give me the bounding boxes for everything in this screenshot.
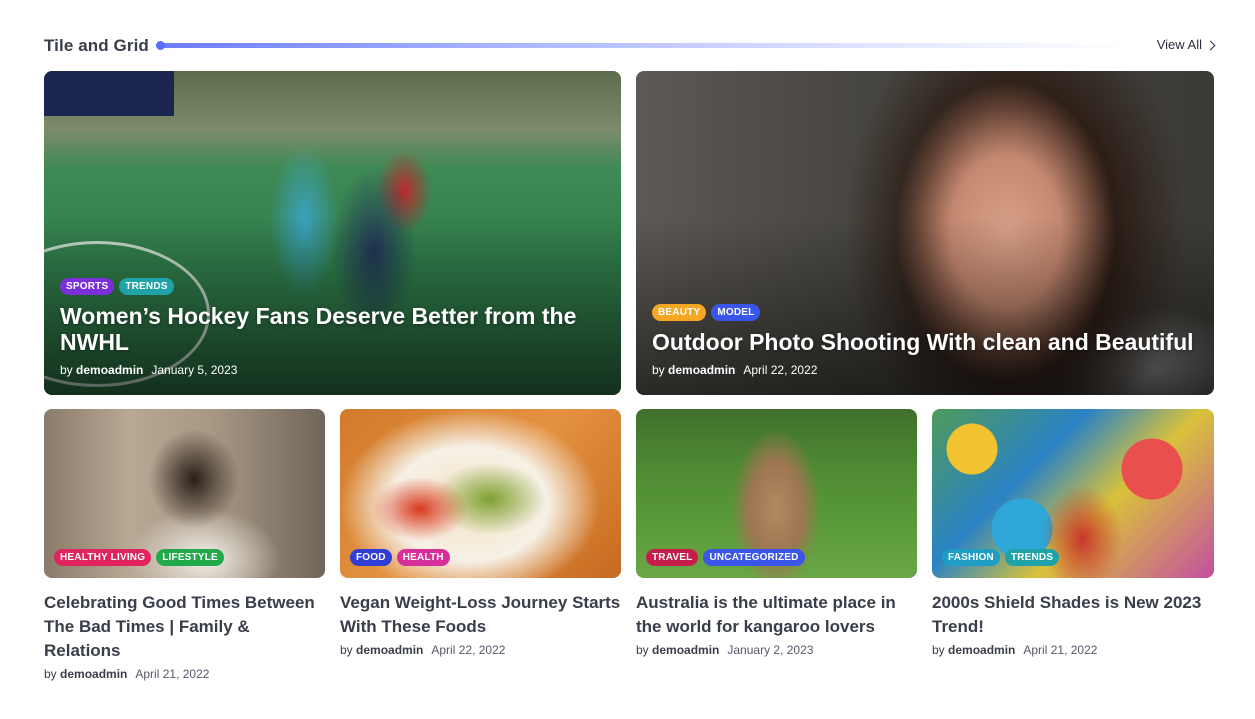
title-decoration-line [158, 43, 1128, 48]
tag-uncategorized[interactable]: UNCATEGORIZED [703, 549, 805, 566]
title-decoration-dot [156, 41, 165, 50]
post-date: April 21, 2022 [1023, 643, 1098, 657]
tag-trends[interactable]: TRENDS [119, 278, 174, 295]
post-title[interactable]: Celebrating Good Times Between The Bad T… [44, 591, 325, 663]
post-title[interactable]: Australia is the ultimate place in the w… [636, 591, 917, 639]
view-all-label: View All [1156, 37, 1202, 52]
featured-content: BEAUTY MODEL Outdoor Photo Shooting With… [652, 304, 1198, 377]
post-meta: by demoadmin January 2, 2023 [636, 643, 917, 657]
view-all-link[interactable]: View All [1156, 37, 1216, 52]
meta-by: by [60, 363, 73, 377]
author-link[interactable]: demoadmin [60, 667, 127, 681]
featured-title[interactable]: Women’s Hockey Fans Deserve Better from … [60, 303, 605, 355]
author-link[interactable]: demoadmin [948, 643, 1015, 657]
post-card-kangaroo: TRAVEL UNCATEGORIZED Australia is the ul… [636, 409, 917, 657]
meta-by: by [44, 667, 57, 681]
post-date: January 2, 2023 [727, 643, 814, 657]
author-link[interactable]: demoadmin [652, 643, 719, 657]
post-card-vegan: FOOD HEALTH Vegan Weight-Loss Journey St… [340, 409, 621, 657]
tag-trends[interactable]: TRENDS [1004, 549, 1060, 566]
post-image-kangaroo[interactable]: TRAVEL UNCATEGORIZED [636, 409, 917, 578]
post-image-graffiti[interactable]: FASHION TRENDS [932, 409, 1214, 578]
post-date: April 22, 2022 [743, 363, 818, 377]
tag-list: BEAUTY MODEL [652, 304, 1198, 321]
post-meta: by demoadmin January 5, 2023 [60, 363, 605, 377]
section-header: Tile and Grid View All [44, 34, 1216, 58]
author-link[interactable]: demoadmin [356, 643, 423, 657]
tag-health[interactable]: HEALTH [396, 549, 450, 566]
post-title[interactable]: Vegan Weight-Loss Journey Starts With Th… [340, 591, 621, 639]
chevron-right-icon [1205, 40, 1216, 50]
post-meta: by demoadmin April 21, 2022 [44, 667, 325, 681]
post-date: April 22, 2022 [431, 643, 506, 657]
tag-list: FOOD HEALTH [350, 549, 450, 566]
tag-food[interactable]: FOOD [350, 549, 392, 566]
post-date: April 21, 2022 [135, 667, 210, 681]
featured-title[interactable]: Outdoor Photo Shooting With clean and Be… [652, 329, 1198, 355]
meta-by: by [652, 363, 665, 377]
tag-sports[interactable]: SPORTS [60, 278, 115, 295]
tag-list: TRAVEL UNCATEGORIZED [646, 549, 805, 566]
tag-list: HEALTHY LIVING LIFESTYLE [54, 549, 224, 566]
tag-lifestyle[interactable]: LIFESTYLE [156, 549, 224, 566]
tag-list: SPORTS TRENDS [60, 278, 605, 295]
tag-model[interactable]: MODEL [711, 304, 761, 321]
section-title: Tile and Grid [44, 36, 149, 55]
featured-content: SPORTS TRENDS Women’s Hockey Fans Deserv… [60, 278, 605, 377]
post-card-family: HEALTHY LIVING LIFESTYLE Celebrating Goo… [44, 409, 325, 681]
meta-by: by [932, 643, 945, 657]
featured-card-photo-shoot[interactable]: BEAUTY MODEL Outdoor Photo Shooting With… [636, 71, 1214, 395]
post-title[interactable]: 2000s Shield Shades is New 2023 Trend! [932, 591, 1214, 639]
post-meta: by demoadmin April 22, 2022 [652, 363, 1198, 377]
post-image-couple[interactable]: HEALTHY LIVING LIFESTYLE [44, 409, 325, 578]
tag-healthy-living[interactable]: HEALTHY LIVING [54, 549, 152, 566]
meta-by: by [340, 643, 353, 657]
meta-by: by [636, 643, 649, 657]
author-link[interactable]: demoadmin [76, 363, 143, 377]
author-link[interactable]: demoadmin [668, 363, 735, 377]
post-meta: by demoadmin April 22, 2022 [340, 643, 621, 657]
featured-card-hockey[interactable]: SPORTS TRENDS Women’s Hockey Fans Deserv… [44, 71, 621, 395]
tag-list: FASHION TRENDS [942, 549, 1060, 566]
tag-beauty[interactable]: BEAUTY [652, 304, 707, 321]
post-date: January 5, 2023 [151, 363, 238, 377]
tag-fashion[interactable]: FASHION [942, 549, 1000, 566]
post-image-food[interactable]: FOOD HEALTH [340, 409, 621, 578]
tag-travel[interactable]: TRAVEL [646, 549, 699, 566]
post-meta: by demoadmin April 21, 2022 [932, 643, 1214, 657]
post-card-shades: FASHION TRENDS 2000s Shield Shades is Ne… [932, 409, 1214, 657]
